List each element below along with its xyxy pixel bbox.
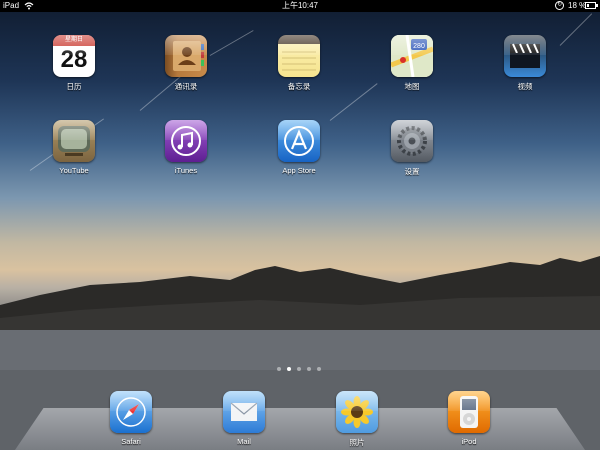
app-label: 备忘录 [287, 82, 311, 91]
app-label: App Store [282, 166, 316, 175]
page-dot[interactable] [277, 367, 281, 371]
app-calendar[interactable]: 星期日 28 日历 [39, 35, 109, 92]
battery-percent: 18 % [568, 1, 587, 10]
app-maps[interactable]: 280 地图 [377, 35, 447, 92]
app-label: 通讯录 [174, 82, 198, 91]
calendar-weekday: 星期日 [53, 35, 95, 46]
maps-icon: 280 [391, 35, 433, 77]
app-label: 照片 [349, 438, 365, 447]
status-bar: iPad 上午10:47 ↻ 18 % [0, 0, 600, 12]
page-dot[interactable] [307, 367, 311, 371]
app-label: YouTube [59, 166, 89, 175]
calendar-day: 28 [60, 46, 88, 73]
mail-icon [223, 391, 265, 433]
dock-app-ipod[interactable]: iPod [434, 391, 504, 446]
app-label: 视频 [517, 82, 533, 91]
videos-icon [504, 35, 546, 77]
app-settings[interactable]: 设置 [377, 120, 447, 177]
app-label: iTunes [174, 166, 198, 175]
app-itunes[interactable]: iTunes [151, 120, 221, 175]
page-dot[interactable] [297, 367, 301, 371]
page-dot[interactable] [317, 367, 321, 371]
app-videos[interactable]: 视频 [490, 35, 560, 92]
safari-icon [110, 391, 152, 433]
status-time: 上午10:47 [281, 1, 319, 10]
calendar-icon: 星期日 28 [53, 35, 95, 77]
dock-app-safari[interactable]: Safari [96, 391, 166, 446]
photos-icon [336, 391, 378, 433]
settings-icon [391, 120, 433, 162]
app-notes[interactable]: 备忘录 [264, 35, 334, 92]
itunes-icon [165, 120, 207, 162]
app-youtube[interactable]: YouTube [39, 120, 109, 175]
app-contacts[interactable]: 通讯录 [151, 35, 221, 92]
battery-icon [585, 2, 598, 9]
notes-icon [278, 35, 320, 77]
dock-app-photos[interactable]: 照片 [322, 391, 392, 448]
youtube-icon [53, 120, 95, 162]
map-route-number: 280 [413, 43, 425, 50]
app-label: 日历 [66, 82, 82, 91]
app-label: 地图 [404, 82, 420, 91]
orientation-lock-icon: ↻ [555, 1, 564, 10]
app-label: Mail [237, 437, 251, 446]
app-label: iPod [461, 437, 477, 446]
app-label: 设置 [404, 167, 420, 176]
contacts-icon [165, 35, 207, 77]
dock-app-mail[interactable]: Mail [209, 391, 279, 446]
ipod-icon [448, 391, 490, 433]
app-label: Safari [121, 437, 141, 446]
app-store-icon [278, 120, 320, 162]
app-app-store[interactable]: App Store [264, 120, 334, 175]
home-screen: iPad 上午10:47 ↻ 18 % 星期日 28 日历 通讯录 备忘录 28… [0, 0, 600, 450]
page-dot-current[interactable] [287, 367, 291, 371]
